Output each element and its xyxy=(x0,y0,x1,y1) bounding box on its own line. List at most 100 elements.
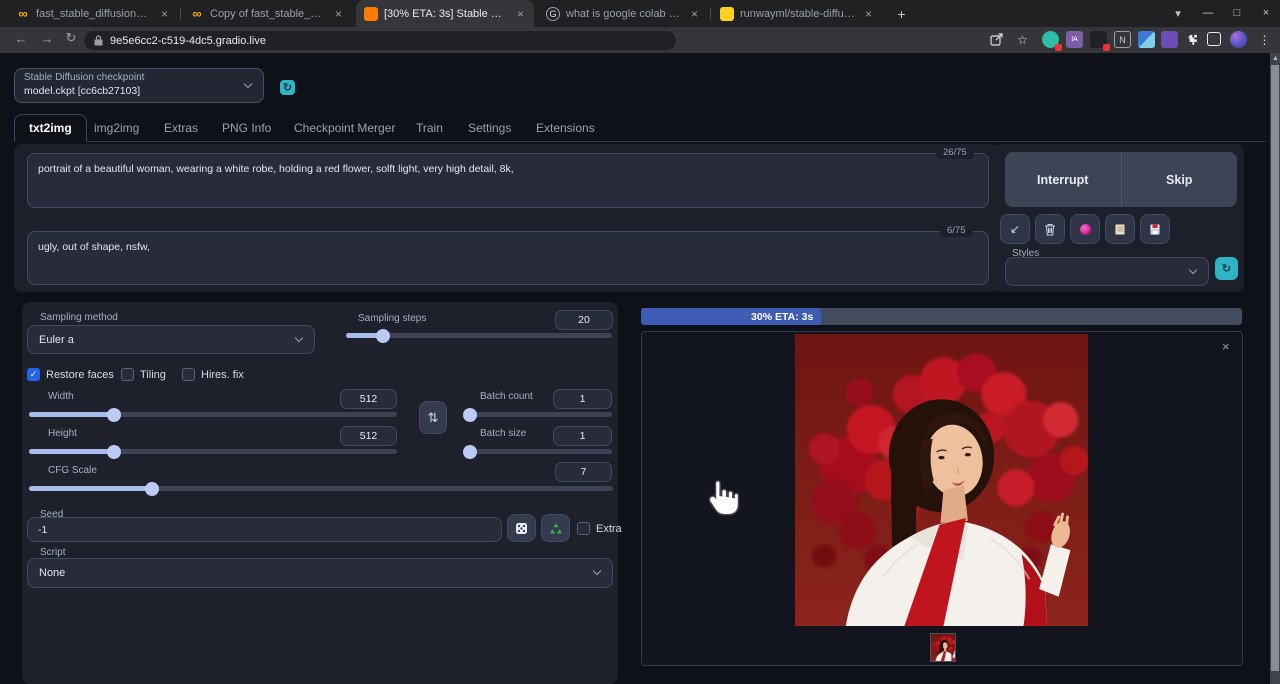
browser-tab-huggingface[interactable]: runwayml/stable-diffusion-v1 × xyxy=(712,0,882,27)
share-icon[interactable] xyxy=(988,31,1005,48)
slider-fill xyxy=(462,444,477,459)
browser-tab-colab-2[interactable]: ∞ Copy of fast_stable_diffusion_ × xyxy=(182,0,352,27)
bookmark-star-icon[interactable]: ☆ xyxy=(1014,31,1031,48)
scrollbar-thumb[interactable] xyxy=(1271,65,1279,671)
tab-img2img[interactable]: img2img xyxy=(90,114,143,142)
height-number[interactable]: 512 xyxy=(340,426,397,446)
close-tab-icon[interactable]: × xyxy=(333,7,344,21)
slider-fill xyxy=(346,328,391,343)
close-tab-icon[interactable]: × xyxy=(515,7,526,21)
extension-icon-dark[interactable] xyxy=(1090,31,1110,51)
height-slider[interactable] xyxy=(29,444,397,459)
progress-text: 30% ETA: 3s xyxy=(751,310,814,323)
swap-dimensions-button[interactable]: ⇅ xyxy=(419,401,447,434)
extra-networks-button[interactable] xyxy=(1070,214,1100,244)
width-slider[interactable] xyxy=(29,407,397,422)
slider-handle[interactable] xyxy=(144,481,159,496)
paste-generation-params-button[interactable]: ↙ xyxy=(1000,214,1030,244)
window-menu-button[interactable]: ▾ xyxy=(1168,3,1188,23)
tab-settings[interactable]: Settings xyxy=(464,114,515,142)
checkbox-box xyxy=(182,368,195,381)
profile-avatar[interactable] xyxy=(1230,31,1247,48)
gallery-thumbnail[interactable] xyxy=(930,633,956,662)
cfg-scale-slider[interactable] xyxy=(29,481,613,496)
sampling-method-dropdown[interactable]: Euler a xyxy=(27,325,315,354)
palette-icon xyxy=(1079,223,1091,235)
sampling-steps-slider[interactable] xyxy=(346,328,612,343)
apply-style-button[interactable] xyxy=(1105,214,1135,244)
forward-icon[interactable]: → xyxy=(38,29,56,47)
seed-extra-checkbox[interactable]: Extra xyxy=(577,522,622,535)
new-tab-button[interactable]: + xyxy=(892,4,911,23)
browser-tab-google[interactable]: G what is google colab - Googl × xyxy=(538,0,708,27)
batch-count-slider[interactable] xyxy=(462,407,612,422)
tab-extras[interactable]: Extras xyxy=(160,114,202,142)
styles-dropdown[interactable] xyxy=(1005,257,1209,286)
browser-tab-colab-1[interactable]: ∞ fast_stable_diffusion_AUTOMA × xyxy=(8,0,178,27)
batch-size-number[interactable]: 1 xyxy=(553,426,612,446)
generated-image[interactable] xyxy=(795,334,1088,626)
skip-button[interactable]: Skip xyxy=(1120,152,1238,207)
slider-handle[interactable] xyxy=(462,444,477,459)
extension-icon-n[interactable]: N xyxy=(1114,31,1131,48)
side-panel-icon[interactable] xyxy=(1207,32,1221,46)
window-minimize-button[interactable]: — xyxy=(1198,3,1218,23)
close-tab-icon[interactable]: × xyxy=(689,7,700,21)
browser-tab-stable-diffusion[interactable]: [30% ETA: 3s] Stable Diffusion × xyxy=(356,0,534,27)
width-number[interactable]: 512 xyxy=(340,389,397,409)
seed-input[interactable] xyxy=(27,517,502,542)
slider-handle[interactable] xyxy=(376,328,391,343)
extension-icon-purple[interactable] xyxy=(1161,31,1178,48)
close-tab-icon[interactable]: × xyxy=(863,7,874,21)
slider-fill xyxy=(462,407,477,422)
scroll-up-arrow[interactable]: ▲ xyxy=(1272,55,1279,62)
close-tab-icon[interactable]: × xyxy=(159,7,170,21)
tab-extensions[interactable]: Extensions xyxy=(532,114,599,142)
checkpoint-dropdown[interactable]: Stable Diffusion checkpoint model.ckpt [… xyxy=(14,68,264,103)
notification-badge xyxy=(1055,44,1062,51)
cfg-scale-number[interactable]: 7 xyxy=(555,462,612,482)
window-close-button[interactable]: × xyxy=(1256,3,1276,23)
hires-fix-checkbox[interactable]: Hires. fix xyxy=(182,368,244,381)
batch-count-number[interactable]: 1 xyxy=(553,389,612,409)
back-icon[interactable]: ← xyxy=(12,29,30,47)
slider-handle[interactable] xyxy=(462,407,477,422)
tab-train[interactable]: Train xyxy=(412,114,447,142)
clear-prompt-button[interactable] xyxy=(1035,214,1065,244)
styles-refresh-button[interactable]: ↻ xyxy=(1215,257,1238,280)
slider-handle[interactable] xyxy=(106,407,121,422)
extension-icon-blue[interactable] xyxy=(1138,31,1155,48)
tab-title: Copy of fast_stable_diffusion_ xyxy=(210,7,327,20)
random-seed-button[interactable] xyxy=(507,514,536,542)
tiling-checkbox[interactable]: Tiling xyxy=(121,368,166,381)
page-scrollbar[interactable]: ▲ xyxy=(1270,53,1280,684)
extensions-puzzle-icon[interactable] xyxy=(1184,31,1201,48)
tab-checkpoint-merger[interactable]: Checkpoint Merger xyxy=(290,114,399,142)
reload-icon[interactable]: ↻ xyxy=(62,29,80,47)
extension-icon-teal[interactable] xyxy=(1042,31,1062,51)
slider-fill xyxy=(29,481,159,496)
save-style-button[interactable] xyxy=(1140,214,1170,244)
prompt-input[interactable]: portrait of a beautiful woman, wearing a… xyxy=(27,153,989,208)
tab-txt2img[interactable]: txt2img xyxy=(14,114,87,142)
window-maximize-button[interactable]: □ xyxy=(1227,3,1247,23)
sampling-steps-number[interactable]: 20 xyxy=(555,310,613,330)
extension-icon-ia[interactable]: IA xyxy=(1066,31,1083,48)
address-bar[interactable]: 9e5e6cc2-c519-4dc5.gradio.live xyxy=(84,31,676,50)
negative-prompt-input[interactable]: ugly, out of shape, nsfw, xyxy=(27,231,989,285)
restore-faces-checkbox[interactable]: Restore faces xyxy=(27,368,114,381)
tab-png-info[interactable]: PNG Info xyxy=(218,114,275,142)
recycle-icon xyxy=(549,522,562,533)
browser-menu-icon[interactable]: ⋮ xyxy=(1256,31,1273,48)
checkpoint-refresh-button[interactable]: ↻ xyxy=(280,80,295,95)
reuse-seed-button[interactable] xyxy=(541,514,570,542)
batch-size-slider[interactable] xyxy=(462,444,612,459)
negative-prompt-token-counter: 6/75 xyxy=(940,224,973,237)
google-icon: G xyxy=(546,6,560,21)
script-dropdown[interactable]: None xyxy=(27,558,613,588)
gallery-close-icon[interactable]: × xyxy=(1222,339,1230,354)
interrupt-button[interactable]: Interrupt xyxy=(1005,152,1121,207)
checkbox-label: Extra xyxy=(596,522,622,535)
slider-handle[interactable] xyxy=(106,444,121,459)
chevron-down-icon xyxy=(294,333,304,342)
